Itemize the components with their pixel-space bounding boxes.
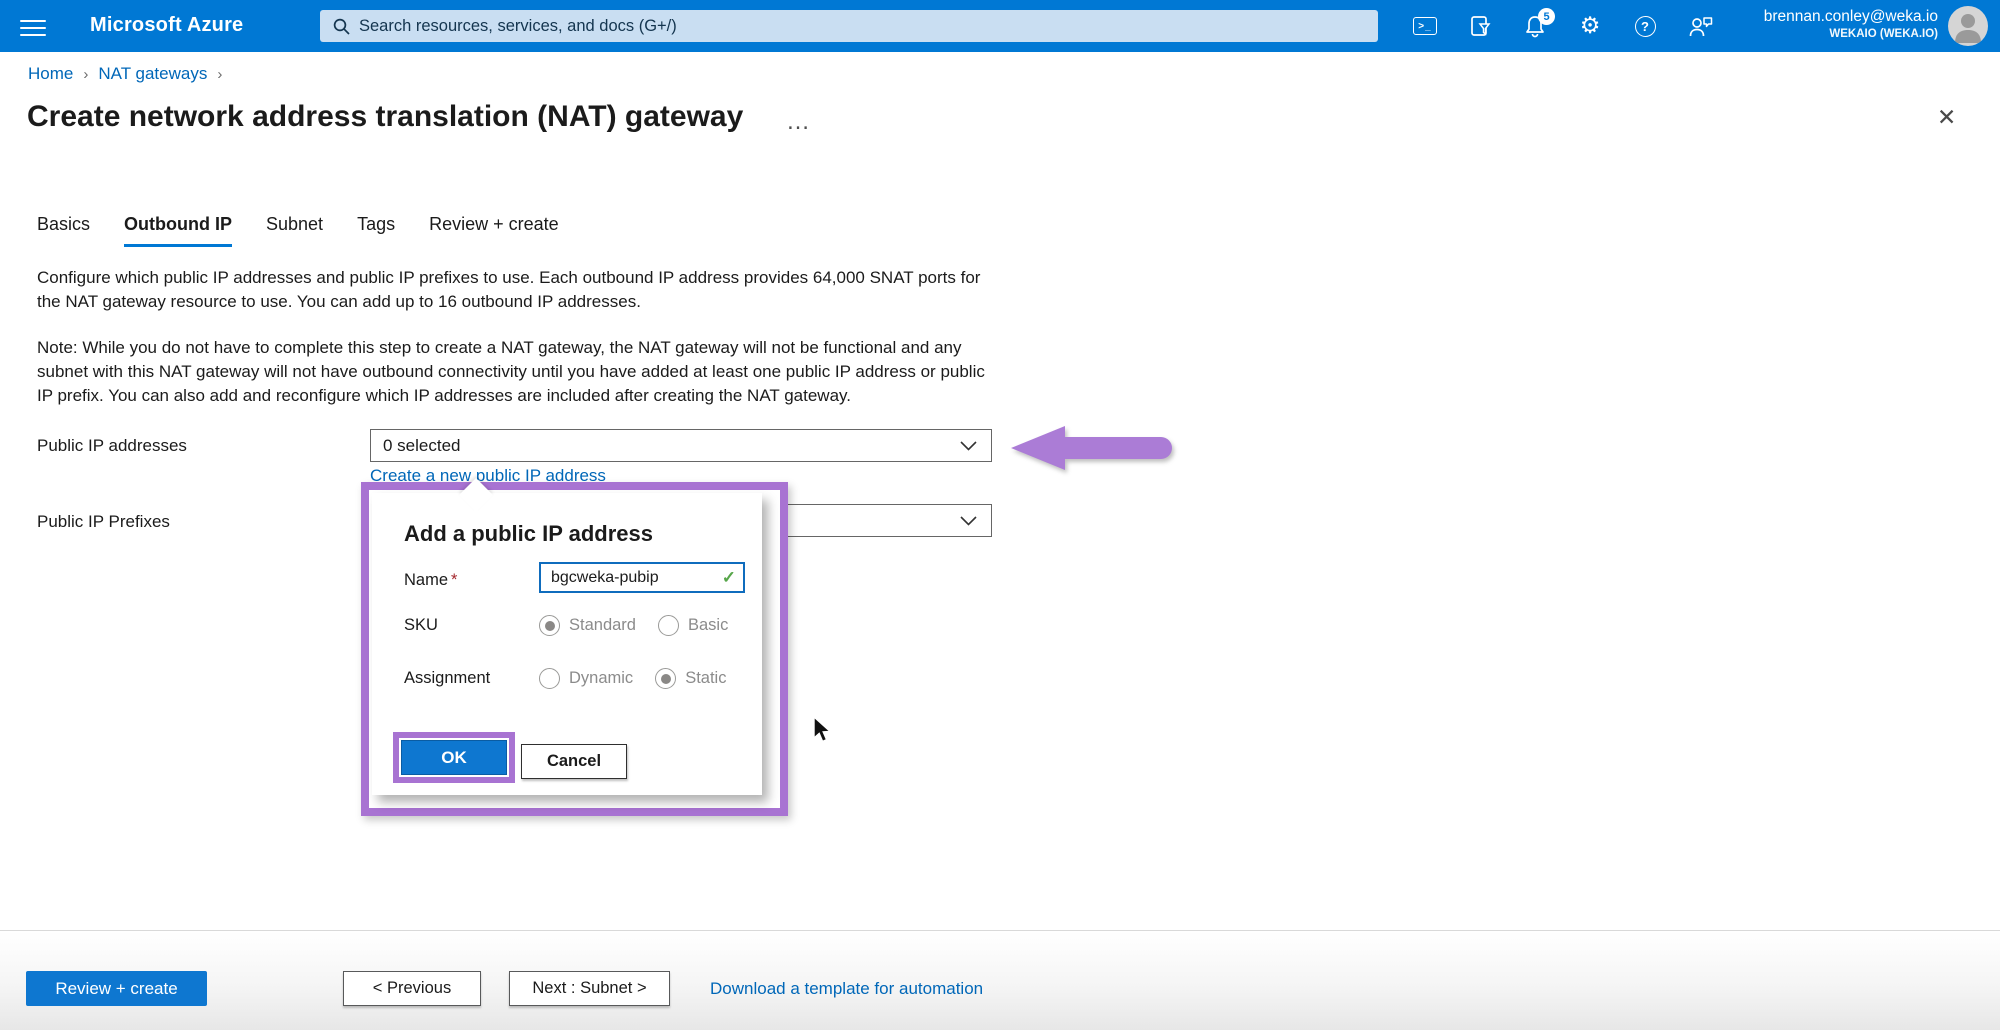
chevron-down-icon (960, 441, 977, 451)
radio-unselected-icon (539, 668, 560, 689)
account-email: brennan.conley@weka.io (1764, 7, 1938, 27)
add-public-ip-dialog: Add a public IP address Name* bgcweka-pu… (372, 493, 762, 795)
cloud-shell-icon[interactable]: >_ (1412, 13, 1438, 39)
hamburger-menu-icon[interactable] (20, 15, 46, 37)
breadcrumb-home-link[interactable]: Home (28, 64, 73, 84)
name-field[interactable]: bgcweka-pubip ✓ (539, 562, 745, 593)
download-template-link[interactable]: Download a template for automation (710, 979, 983, 999)
tab-subnet[interactable]: Subnet (266, 214, 323, 247)
assignment-label: Assignment (404, 669, 539, 688)
radio-unselected-icon (658, 615, 679, 636)
chevron-right-icon: › (83, 66, 88, 83)
assignment-radio-dynamic[interactable]: Dynamic (539, 668, 633, 689)
previous-button[interactable]: < Previous (343, 971, 481, 1006)
brand-title: Microsoft Azure (90, 14, 243, 37)
annotation-highlight-ok: OK (393, 732, 515, 783)
tab-basics[interactable]: Basics (37, 214, 90, 247)
note-paragraph: Note: While you do not have to complete … (37, 336, 997, 408)
ok-button[interactable]: OK (401, 740, 507, 775)
avatar[interactable] (1948, 6, 1988, 46)
chevron-down-icon (960, 516, 977, 526)
breadcrumb: Home › NAT gateways › (28, 64, 222, 84)
next-subnet-button[interactable]: Next : Subnet > (509, 971, 670, 1006)
mouse-cursor-icon (812, 716, 834, 744)
radio-selected-icon (539, 615, 560, 636)
valid-check-icon: ✓ (722, 568, 736, 588)
radio-selected-icon (655, 668, 676, 689)
public-ip-addresses-value: 0 selected (383, 436, 461, 456)
breadcrumb-nat-gateways-link[interactable]: NAT gateways (98, 64, 207, 84)
dialog-title: Add a public IP address (404, 521, 653, 547)
sku-label: SKU (404, 616, 539, 635)
name-field-value: bgcweka-pubip (551, 569, 659, 587)
annotation-highlight-box: Add a public IP address Name* bgcweka-pu… (361, 482, 788, 816)
search-placeholder: Search resources, services, and docs (G+… (359, 17, 677, 36)
account-info[interactable]: brennan.conley@weka.io WEKAIO (WEKA.IO) (1764, 7, 1938, 41)
cancel-button[interactable]: Cancel (521, 744, 627, 779)
account-tenant: WEKAIO (WEKA.IO) (1764, 27, 1938, 41)
page-title: Create network address translation (NAT)… (27, 100, 743, 134)
sku-radio-basic[interactable]: Basic (658, 615, 728, 636)
notification-count-badge: 5 (1538, 8, 1555, 25)
sku-radio-standard[interactable]: Standard (539, 615, 636, 636)
help-icon[interactable]: ? (1632, 13, 1658, 39)
notifications-bell-icon[interactable]: 5 (1522, 13, 1548, 39)
public-ip-addresses-dropdown[interactable]: 0 selected (370, 429, 992, 462)
footer-bar (0, 931, 2000, 1030)
global-search-input[interactable]: Search resources, services, and docs (G+… (320, 10, 1378, 42)
more-options-ellipsis-icon[interactable]: … (786, 108, 811, 136)
name-label: Name* (404, 571, 539, 590)
dialog-beak (459, 478, 493, 512)
search-icon (333, 18, 350, 35)
azure-top-bar: Microsoft Azure Search resources, servic… (0, 0, 2000, 52)
directory-filter-icon[interactable] (1467, 13, 1493, 39)
tab-outbound-ip[interactable]: Outbound IP (124, 214, 232, 247)
chevron-right-icon: › (217, 66, 222, 83)
annotation-arrow-icon (1003, 422, 1181, 474)
public-ip-prefixes-label: Public IP Prefixes (37, 512, 170, 532)
tab-tags[interactable]: Tags (357, 214, 395, 247)
settings-gear-icon[interactable]: ⚙ (1577, 13, 1603, 39)
tab-review-create[interactable]: Review + create (429, 214, 559, 247)
public-ip-addresses-label: Public IP addresses (37, 436, 187, 456)
assignment-radio-static[interactable]: Static (655, 668, 726, 689)
required-asterisk: * (451, 571, 457, 589)
review-create-button[interactable]: Review + create (26, 971, 207, 1006)
feedback-icon[interactable] (1687, 13, 1713, 39)
wizard-tabs: Basics Outbound IP Subnet Tags Review + … (37, 214, 559, 247)
intro-paragraph: Configure which public IP addresses and … (37, 266, 997, 314)
close-icon[interactable]: ✕ (1937, 104, 1956, 131)
